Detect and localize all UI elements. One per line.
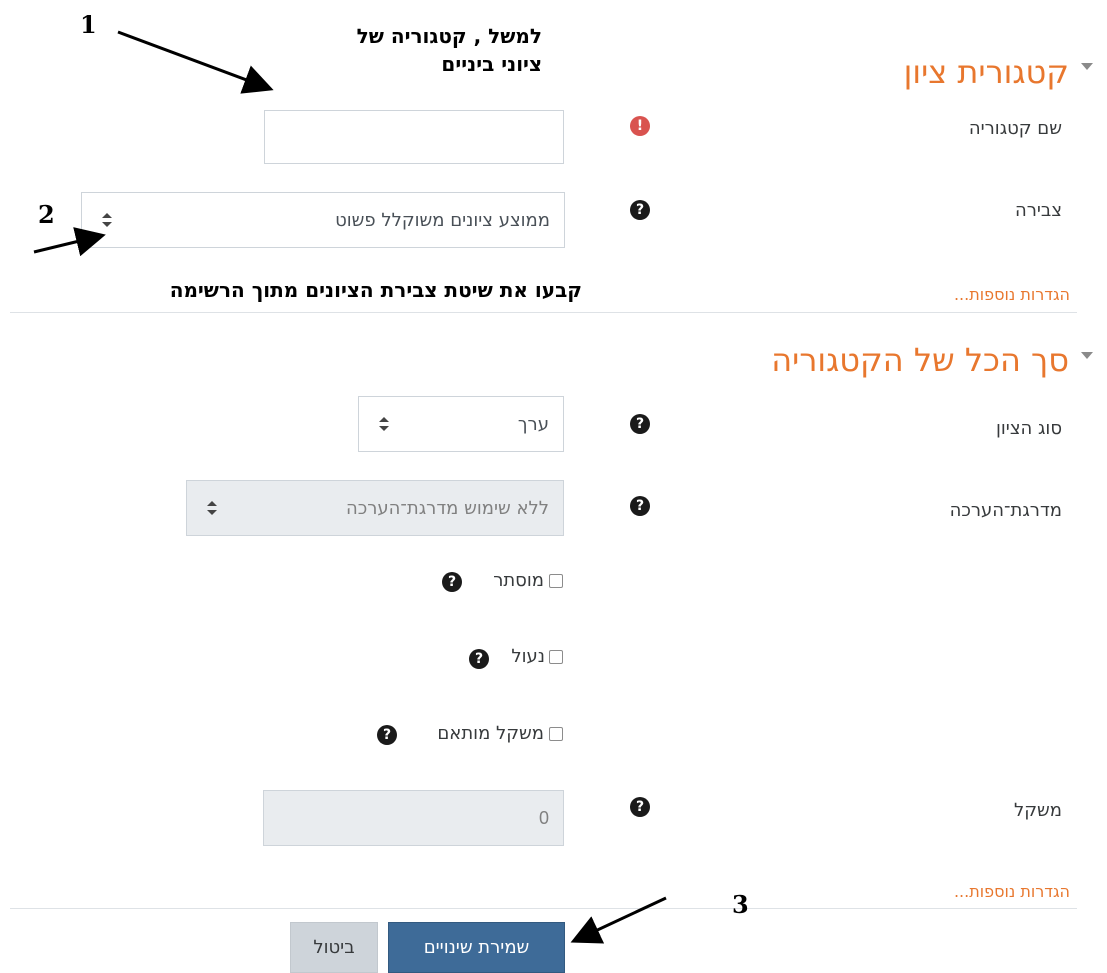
annotation-arrows — [33, 30, 667, 944]
arrow-1 — [117, 30, 274, 94]
arrow-2 — [33, 227, 106, 257]
arrow-3 — [570, 896, 667, 944]
